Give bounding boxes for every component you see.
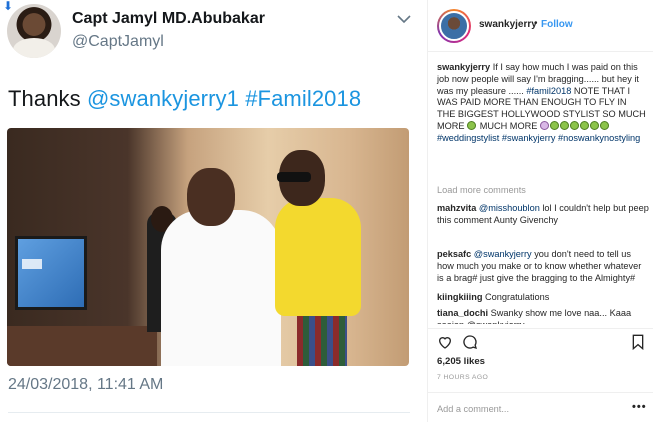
comment-username[interactable]: tiana_dochi bbox=[437, 308, 488, 318]
caption-text-3: MUCH MORE bbox=[479, 120, 538, 131]
heart-icon[interactable] bbox=[437, 334, 453, 350]
instagram-header: swankyjerry • Follow bbox=[428, 0, 653, 52]
tweet-timestamp[interactable]: 24/03/2018, 11:41 AM bbox=[8, 376, 163, 394]
money-face-emoji-icon bbox=[599, 120, 609, 130]
bookmark-icon[interactable] bbox=[631, 334, 645, 350]
tweet-hashtag-link[interactable]: #Famil2018 bbox=[245, 86, 361, 111]
more-options-icon[interactable]: ••• bbox=[632, 401, 647, 413]
likes-count[interactable]: 6,205 likes bbox=[437, 356, 485, 367]
caption-hashtag-noswankynostyling[interactable]: #noswankynostyling bbox=[558, 133, 640, 143]
money-face-emoji-icon bbox=[579, 120, 589, 130]
money-face-emoji-icon bbox=[549, 120, 559, 130]
add-comment-input[interactable] bbox=[437, 402, 617, 415]
tweet-card: ⬇ Capt Jamyl MD.Abubakar @CaptJamyl Than… bbox=[0, 0, 425, 422]
instagram-avatar[interactable] bbox=[437, 9, 471, 43]
caption-hashtag-famil[interactable]: #famil2018 bbox=[526, 86, 571, 96]
photo-sunglasses bbox=[277, 172, 311, 182]
photo-groom-head bbox=[187, 168, 235, 226]
caption-hashtag-swankyjerry[interactable]: #swankyjerry bbox=[502, 133, 556, 143]
money-face-emoji-icon bbox=[559, 120, 569, 130]
instagram-panel: swankyjerry • Follow swankyjerry If I sa… bbox=[427, 0, 653, 422]
tweet-divider bbox=[8, 412, 410, 413]
instagram-action-bar bbox=[428, 328, 653, 354]
money-face-emoji-icon bbox=[467, 120, 477, 130]
money-face-emoji-icon bbox=[589, 120, 599, 130]
tweet-author-handle[interactable]: @CaptJamyl bbox=[72, 33, 164, 51]
arrow-down-icon: ⬇ bbox=[3, 0, 14, 13]
comment-username[interactable]: peksafc bbox=[437, 249, 471, 259]
load-more-comments-link[interactable]: Load more comments bbox=[437, 185, 526, 195]
woman-emoji-icon bbox=[539, 120, 549, 130]
instagram-username[interactable]: swankyjerry bbox=[479, 19, 537, 30]
caption-hashtag-weddingstylist[interactable]: #weddingstylist bbox=[437, 133, 499, 143]
comment-item: mahzvita @misshoublon lol I couldn't hel… bbox=[437, 203, 649, 227]
comment-username[interactable]: mahzvita bbox=[437, 203, 476, 213]
caption-username[interactable]: swankyjerry bbox=[437, 62, 490, 72]
photo-tv-screen bbox=[15, 236, 87, 310]
avatar-shirt bbox=[13, 38, 55, 58]
tweet-avatar[interactable] bbox=[7, 4, 61, 58]
comment-item: peksafc @swankyjerry you don't need to t… bbox=[437, 249, 649, 284]
tweet-text-plain: Thanks bbox=[8, 86, 81, 111]
photo-stylist-pants bbox=[297, 316, 347, 366]
photo-table bbox=[7, 326, 157, 366]
chevron-down-icon[interactable] bbox=[397, 14, 411, 24]
follow-button[interactable]: Follow bbox=[541, 19, 573, 30]
tweet-mention-link[interactable]: @swankyjerry1 bbox=[87, 86, 239, 111]
add-comment-bar: ••• bbox=[428, 392, 653, 422]
comment-bubble-icon[interactable] bbox=[462, 334, 478, 350]
comment-text: Congratulations bbox=[485, 292, 550, 302]
comment-item: tiana_dochi Swanky show me love naa... K… bbox=[437, 308, 649, 324]
photo-stylist-shirt bbox=[275, 198, 361, 316]
comment-username[interactable]: kiingkiiing bbox=[437, 292, 482, 302]
tweet-author-name[interactable]: Capt Jamyl MD.Abubakar bbox=[72, 10, 265, 28]
comment-mention[interactable]: @misshoublon bbox=[479, 203, 540, 213]
post-time: 7 HOURS AGO bbox=[437, 374, 489, 381]
comment-item: kiingkiiing Congratulations bbox=[437, 292, 649, 304]
comment-mention[interactable]: @swankyjerry bbox=[474, 249, 532, 259]
separator-dot: • bbox=[534, 18, 538, 29]
tweet-text: Thanks @swankyjerry1 #Famil2018 bbox=[8, 86, 361, 112]
photo-groom-shirt bbox=[161, 210, 281, 366]
money-face-emoji-icon bbox=[569, 120, 579, 130]
instagram-caption: swankyjerry If I say how much I was paid… bbox=[437, 62, 647, 145]
tweet-photo[interactable] bbox=[7, 128, 409, 366]
